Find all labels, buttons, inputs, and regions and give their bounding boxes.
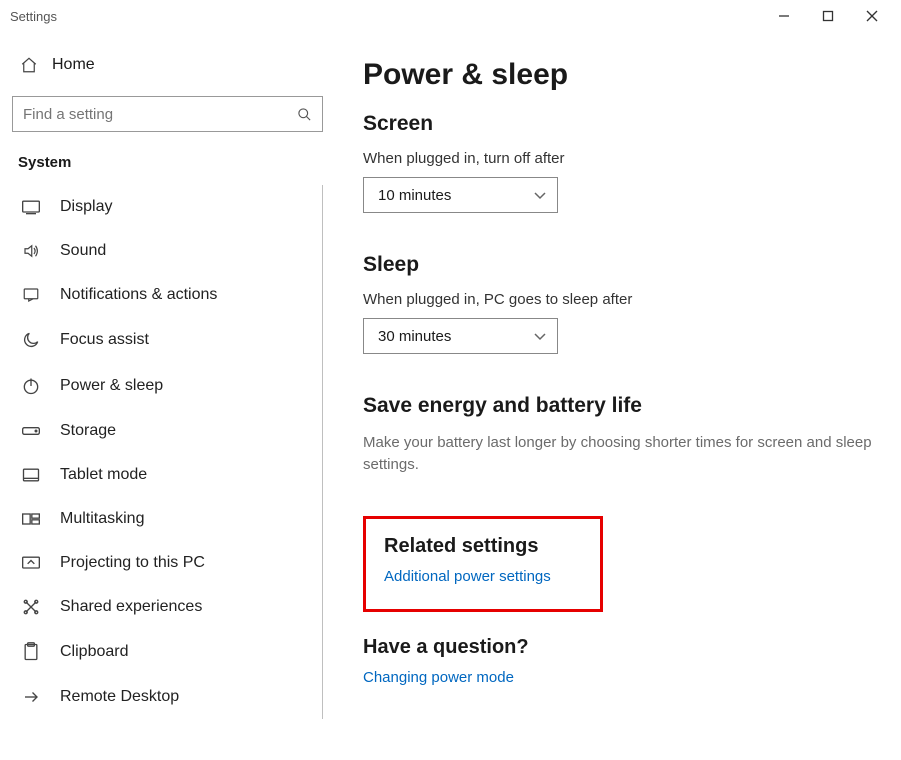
sidebar-item-label: Notifications & actions [60,286,217,304]
page-title: Power & sleep [363,58,873,92]
tablet-icon [20,467,42,483]
additional-power-settings-link[interactable]: Additional power settings [384,568,582,585]
sidebar-item-display[interactable]: Display [12,185,318,229]
sidebar-item-multitasking[interactable]: Multitasking [12,497,318,541]
changing-power-mode-link[interactable]: Changing power mode [363,669,873,686]
sleep-timeout-dropdown[interactable]: 30 minutes [363,318,558,354]
sidebar-item-clipboard[interactable]: Clipboard [12,629,318,675]
energy-text: Make your battery last longer by choosin… [363,432,873,476]
home-nav[interactable]: Home [12,46,323,84]
sidebar-item-focus-assist[interactable]: Focus assist [12,317,318,363]
sidebar-item-label: Tablet mode [60,466,147,484]
sidebar-item-label: Power & sleep [60,377,163,395]
sidebar-item-label: Sound [60,242,106,260]
remote-desktop-icon [20,688,42,706]
related-heading: Related settings [384,535,582,558]
focus-assist-icon [20,330,42,350]
notifications-icon [20,286,42,304]
sound-icon [20,242,42,260]
sidebar-item-label: Display [60,198,112,216]
sidebar-item-remote-desktop[interactable]: Remote Desktop [12,675,318,719]
power-icon [20,376,42,396]
projecting-icon [20,555,42,571]
multitasking-icon [20,511,42,527]
sidebar-item-label: Multitasking [60,510,144,528]
sidebar-item-label: Storage [60,422,116,440]
maximize-button[interactable] [813,1,843,31]
search-icon [297,107,312,122]
shared-icon [20,598,42,616]
sidebar-item-tablet-mode[interactable]: Tablet mode [12,453,318,497]
sleep-timeout-value: 30 minutes [378,328,451,345]
screen-timeout-dropdown[interactable]: 10 minutes [363,177,558,213]
display-icon [20,199,42,215]
minimize-button[interactable] [769,1,799,31]
sleep-heading: Sleep [363,253,873,277]
question-heading: Have a question? [363,636,873,659]
search-input[interactable] [23,106,297,123]
sidebar-item-storage[interactable]: Storage [12,409,318,453]
home-label: Home [52,56,95,74]
sidebar-item-notifications[interactable]: Notifications & actions [12,273,318,317]
close-button[interactable] [857,1,887,31]
chevron-down-icon [533,331,547,341]
sidebar-item-label: Focus assist [60,331,149,349]
sidebar-item-label: Clipboard [60,643,128,661]
sidebar-item-label: Remote Desktop [60,688,179,706]
storage-icon [20,425,42,437]
sidebar-item-label: Shared experiences [60,598,202,616]
energy-heading: Save energy and battery life [363,394,873,418]
related-settings-box: Related settings Additional power settin… [363,516,603,612]
screen-heading: Screen [363,112,873,136]
sidebar-item-power-sleep[interactable]: Power & sleep [12,363,318,409]
sidebar-item-label: Projecting to this PC [60,554,205,572]
window-title: Settings [10,9,769,24]
clipboard-icon [20,642,42,662]
home-icon [20,56,38,74]
section-heading: System [18,154,317,171]
chevron-down-icon [533,190,547,200]
sidebar-item-projecting[interactable]: Projecting to this PC [12,541,318,585]
screen-label: When plugged in, turn off after [363,150,873,167]
search-input-container[interactable] [12,96,323,132]
sidebar-item-shared-experiences[interactable]: Shared experiences [12,585,318,629]
sidebar-item-sound[interactable]: Sound [12,229,318,273]
sleep-label: When plugged in, PC goes to sleep after [363,291,873,308]
screen-timeout-value: 10 minutes [378,187,451,204]
